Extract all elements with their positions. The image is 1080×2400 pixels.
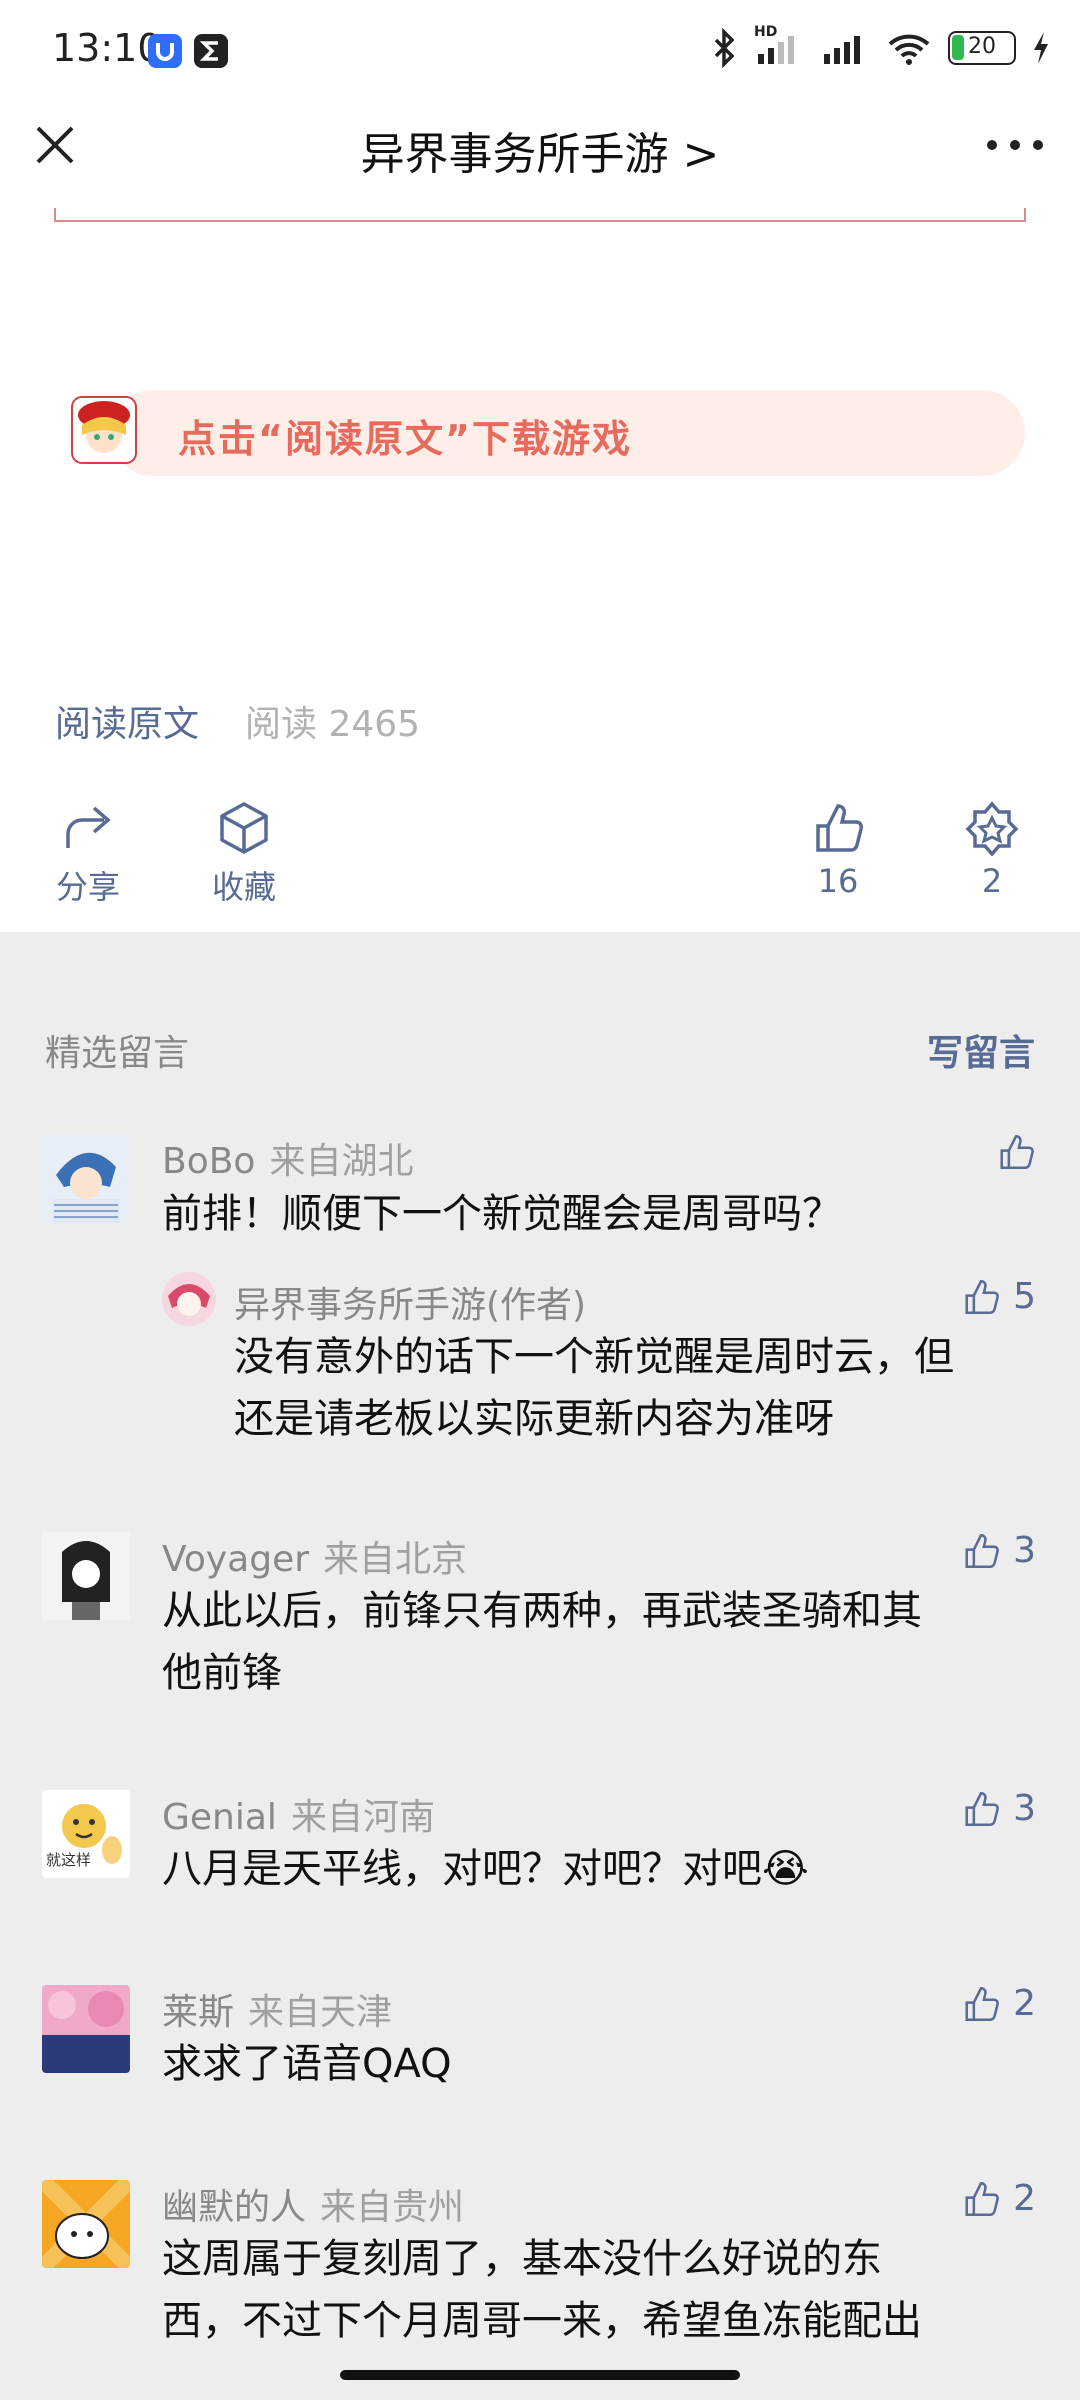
battery-level: 20 [968,34,996,59]
favorite-button[interactable]: 收藏 [204,800,284,908]
more-options-button[interactable] [980,125,1050,165]
battery-icon: 20 [948,31,1016,65]
comment-location: 来自天津 [248,1992,393,2033]
comment-author[interactable]: 幽默的人 来自贵州 [162,2178,464,2230]
shield-app-icon [148,34,182,68]
comment-like-button[interactable] [996,1132,1036,1172]
comment-like-count: 3 [1013,1788,1036,1829]
cube-icon [220,802,268,854]
comment-author-name: 莱斯 [162,1992,235,2033]
thumbs-up-icon [1000,1135,1034,1169]
favorite-label: 收藏 [211,868,276,906]
wow-count: 2 [981,862,1003,900]
comment-like-button[interactable]: 2 [961,2178,1036,2219]
comment-like-count: 2 [1013,1983,1036,2024]
comment-text: 八月是天平线，对吧？对吧？对吧😭 [162,1846,809,1892]
share-icon [66,806,111,848]
avatar[interactable] [42,1985,130,2073]
status-bar: 13:10 HD 20 [0,0,1080,100]
avatar[interactable]: 就这样 [42,1790,130,1878]
download-banner-text: 点击“阅读原文”下载游戏 [178,417,632,461]
comments-title: 精选留言 [45,1033,190,1074]
reply-author-name[interactable]: 异界事务所手游(作者) [234,1276,586,1328]
charging-icon [1034,32,1048,64]
avatar[interactable] [42,2180,130,2268]
write-comment-button[interactable]: 写留言 [927,1024,1035,1076]
comment-like-button[interactable]: 3 [961,1530,1036,1571]
article-box-edge [54,208,1026,222]
status-right-icons: HD 20 [710,24,1050,68]
comment-text-line2: 他前锋 [162,1650,282,1696]
signal-hd-icon: HD [754,24,806,68]
comment-location: 来自北京 [323,1539,468,1580]
comment-author-name: Genial [162,1797,277,1838]
thumbs-up-icon [965,2181,999,2216]
thumbs-up-icon [965,1533,999,1568]
thumbs-up-icon [965,1986,999,2021]
reply-like-button[interactable]: 5 [961,1276,1036,1317]
comment-author-name: Voyager [162,1539,310,1580]
more-icon [987,140,1043,150]
page-title[interactable]: 异界事务所手游 > [0,118,1080,182]
wow-button[interactable]: 2 [952,800,1032,900]
network-label: HD [754,24,778,40]
thumbs-up-icon [965,1791,999,1826]
comment-location: 来自河南 [290,1797,435,1838]
author-avatar[interactable] [162,1272,216,1326]
comment-like-count: 3 [1013,1530,1036,1571]
avatar-caption: 就这样 [46,1851,92,1869]
comment-author[interactable]: Genial 来自河南 [162,1788,435,1840]
read-count: 阅读 2465 [245,704,421,745]
comment-like-button[interactable]: 2 [961,1983,1036,2024]
comment-author[interactable]: Voyager 来自北京 [162,1530,467,1582]
reply-text-line2: 还是请老板以实际更新内容为准呀 [234,1396,834,1442]
avatar[interactable] [42,1135,130,1223]
thumbs-up-icon [965,1279,999,1314]
comment-location: 来自湖北 [269,1141,414,1182]
home-indicator[interactable] [340,2370,740,2380]
like-count: 16 [817,862,859,900]
comment-author-name: BoBo [162,1141,256,1182]
comment-author[interactable]: BoBo 来自湖北 [162,1132,413,1184]
comment-text-line1: 这周属于复刻周了，基本没什么好说的东 [162,2236,882,2282]
share-button[interactable]: 分享 [48,800,128,908]
comment-author-name: 幽默的人 [162,2187,307,2228]
bluetooth-icon [714,28,735,68]
share-label: 分享 [55,868,120,906]
comment-like-count: 2 [1013,2178,1036,2219]
comment-location: 来自贵州 [320,2187,465,2228]
avatar[interactable] [42,1532,130,1620]
status-time: 13:10 [52,26,162,70]
wifi-icon [888,34,930,65]
star-badge-icon [965,801,1019,856]
comment-text-line2: 西，不过下个月周哥一来，希望鱼冻能配出 [162,2298,922,2344]
comment-author[interactable]: 莱斯 来自天津 [162,1983,392,2035]
thumbs-up-icon [816,804,863,852]
signal-icon [824,36,860,64]
comment-text: 前排！顺便下一个新觉醒会是周哥吗？ [162,1191,842,1237]
read-original-link[interactable]: 阅读原文 [55,695,199,747]
comment-like-button[interactable]: 3 [961,1788,1036,1829]
comment-text-line1: 从此以后，前锋只有两种，再武装圣骑和其 [162,1588,922,1634]
sigma-app-icon [194,34,228,68]
like-button[interactable]: 16 [798,800,878,900]
comment-text: 求求了语音QAQ [162,2041,452,2087]
reply-like-count: 5 [1013,1276,1036,1317]
banner-character-avatar [70,395,138,465]
reply-text-line1: 没有意外的话下一个新觉醒是周时云，但 [234,1334,954,1380]
